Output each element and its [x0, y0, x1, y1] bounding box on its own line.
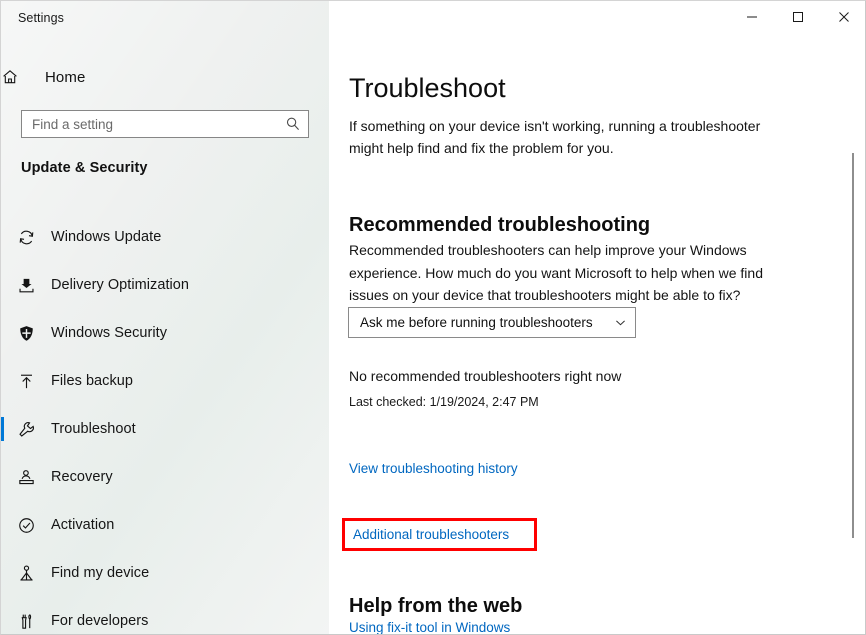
sidebar: Settings Home Update & Security — [1, 1, 329, 634]
search-input[interactable] — [22, 111, 278, 137]
scrollbar[interactable] — [852, 33, 863, 628]
sidebar-item-windows-update[interactable]: Windows Update — [1, 213, 329, 261]
help-web-link[interactable]: Using fix-it tool in Windows — [349, 620, 510, 634]
sidebar-item-for-developers[interactable]: For developers — [1, 597, 329, 634]
sidebar-item-label: For developers — [51, 613, 149, 629]
home-icon — [1, 68, 45, 86]
window-controls — [729, 1, 865, 33]
refresh-icon — [1, 228, 51, 247]
search-icon[interactable] — [278, 111, 308, 137]
sidebar-item-windows-security[interactable]: Windows Security — [1, 309, 329, 357]
additional-troubleshooters-highlight-box: Additional troubleshooters — [342, 518, 537, 551]
sidebar-item-delivery-optimization[interactable]: Delivery Optimization — [1, 261, 329, 309]
view-troubleshooting-history-link[interactable]: View troubleshooting history — [349, 461, 518, 476]
backup-upload-icon — [1, 372, 51, 391]
recovery-icon — [1, 468, 51, 487]
shield-icon — [1, 324, 51, 343]
sidebar-item-files-backup[interactable]: Files backup — [1, 357, 329, 405]
sidebar-item-label: Activation — [51, 517, 115, 533]
additional-troubleshooters-link[interactable]: Additional troubleshooters — [353, 527, 509, 542]
chevron-down-icon — [614, 316, 627, 329]
sidebar-item-label: Files backup — [51, 373, 133, 389]
selected-indicator — [1, 417, 4, 441]
sidebar-item-recovery[interactable]: Recovery — [1, 453, 329, 501]
sidebar-item-home-label: Home — [45, 68, 86, 86]
sidebar-item-home[interactable]: Home — [1, 61, 329, 93]
sidebar-nav-list: Windows Update Delivery Optimization Win… — [1, 213, 329, 634]
help-from-the-web-heading: Help from the web — [349, 594, 523, 617]
page-intro-text: If something on your device isn't workin… — [349, 118, 761, 156]
dropdown-selected-value: Ask me before running troubleshooters — [360, 315, 593, 330]
page-title: Troubleshoot — [349, 73, 506, 104]
close-button[interactable] — [821, 1, 865, 33]
sidebar-item-label: Windows Update — [51, 229, 162, 245]
scrollbar-thumb[interactable] — [852, 153, 854, 538]
last-checked-text: Last checked: 1/19/2024, 2:47 PM — [349, 395, 539, 409]
recommended-troubleshooting-description: Recommended troubleshooters can help imp… — [349, 242, 763, 303]
sidebar-item-label: Delivery Optimization — [51, 277, 190, 293]
sidebar-item-activation[interactable]: Activation — [1, 501, 329, 549]
sidebar-item-label: Windows Security — [51, 325, 168, 341]
sidebar-item-label: Recovery — [51, 469, 113, 485]
wrench-icon — [1, 420, 51, 439]
sidebar-item-find-my-device[interactable]: Find my device — [1, 549, 329, 597]
sidebar-item-label: Find my device — [51, 565, 150, 581]
minimize-button[interactable] — [729, 1, 775, 33]
app-title: Settings — [18, 11, 64, 25]
find-my-device-icon — [1, 564, 51, 583]
settings-window: Settings Home Update & Security — [0, 0, 866, 635]
main-content: Troubleshoot If something on your device… — [329, 1, 865, 634]
sidebar-item-label: Troubleshoot — [51, 421, 136, 437]
sidebar-item-troubleshoot[interactable]: Troubleshoot — [1, 405, 329, 453]
recommended-troubleshooting-heading: Recommended troubleshooting — [349, 213, 651, 236]
sidebar-section-title: Update & Security — [21, 160, 148, 176]
delivery-optimization-icon — [1, 276, 51, 295]
check-circle-icon — [1, 516, 51, 535]
developer-tools-icon — [1, 612, 51, 631]
recommended-status-text: No recommended troubleshooters right now — [349, 368, 622, 384]
maximize-button[interactable] — [775, 1, 821, 33]
recommended-troubleshooting-dropdown[interactable]: Ask me before running troubleshooters — [348, 307, 636, 338]
search-box[interactable] — [21, 110, 309, 138]
